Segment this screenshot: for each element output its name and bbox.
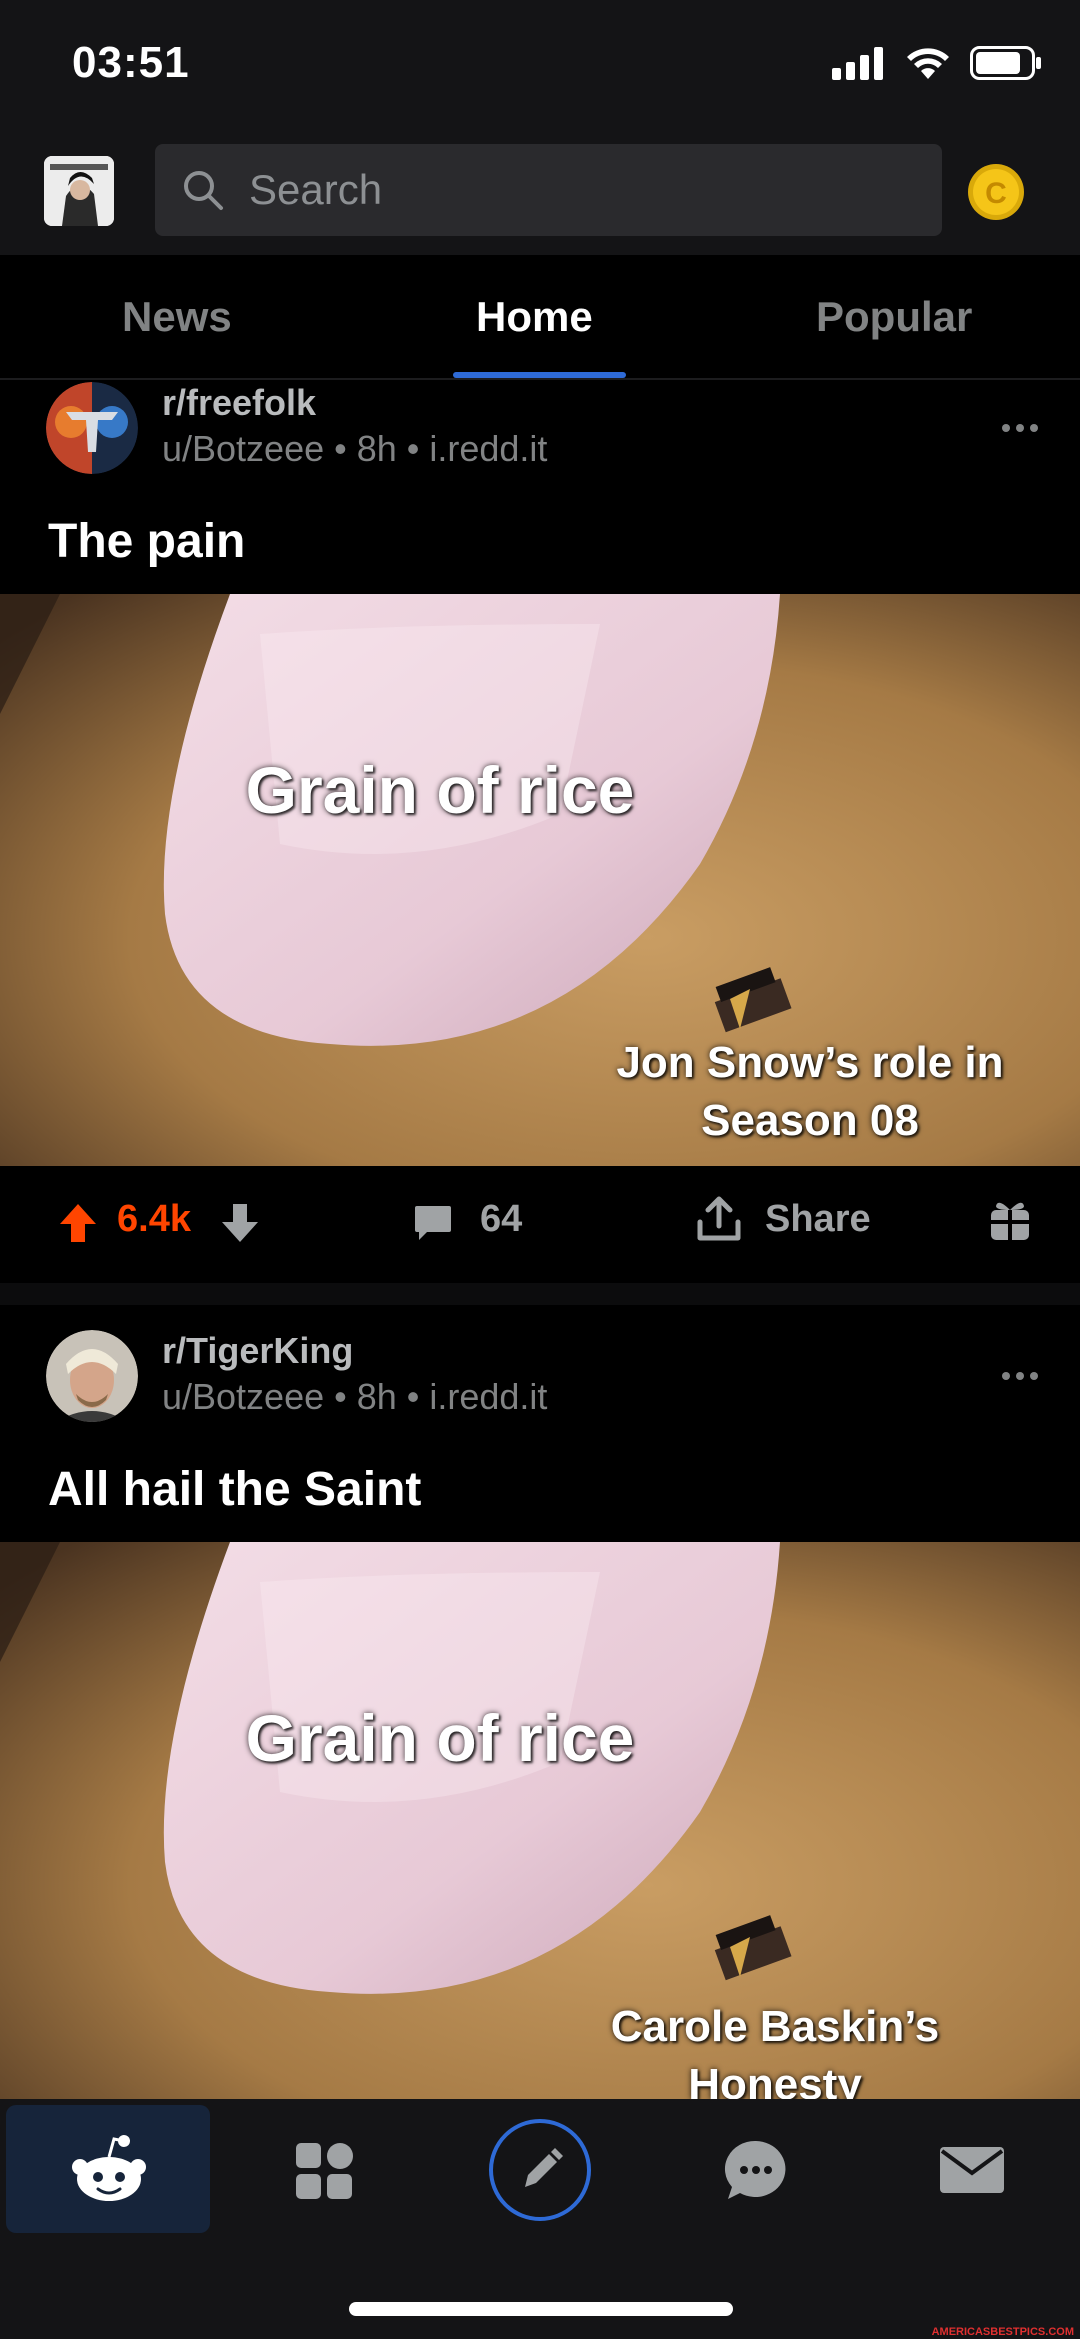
image-caption-bottom: Jon Snow’s role in Season 08	[580, 1034, 1040, 1150]
image-caption-top: Grain of rice	[245, 1701, 635, 1775]
svg-text:C: C	[985, 177, 1007, 210]
share-icon[interactable]	[696, 1196, 742, 1242]
search-input[interactable]: Search	[249, 166, 382, 214]
subreddit-name[interactable]: r/freefolk	[162, 382, 316, 424]
share-button[interactable]: Share	[765, 1198, 871, 1241]
watermark-text: AMERICASBESTPICS.COM	[931, 2326, 1074, 2338]
tab-news[interactable]: News	[122, 293, 232, 341]
post-meta: u/Botzeee • 8h • i.redd.it	[162, 1376, 548, 1417]
comment-icon[interactable]	[413, 1202, 453, 1242]
coin-icon[interactable]: C	[966, 162, 1026, 222]
reddit-app-screen: 03:51 Search C News Home Popular r/freef…	[0, 0, 1080, 2339]
upvote-arrow-icon[interactable]	[58, 1202, 98, 1244]
downvote-arrow-icon[interactable]	[220, 1202, 260, 1244]
vote-count: 6.4k	[117, 1198, 191, 1240]
post-title[interactable]: The pain	[48, 514, 245, 569]
battery-icon	[970, 46, 1041, 80]
chat-icon[interactable]	[724, 2139, 788, 2203]
status-icons	[832, 46, 1042, 80]
post-separator	[0, 1283, 1080, 1305]
home-indicator	[349, 2302, 733, 2316]
active-tab-indicator	[453, 372, 626, 378]
post-image[interactable]: Grain of rice Carole Baskin’s Honesty	[0, 1542, 1080, 2102]
image-caption-line-1: Carole Baskin’s	[610, 2002, 940, 2051]
create-post-icon[interactable]	[487, 2117, 593, 2223]
subreddit-icon[interactable]	[46, 1330, 138, 1422]
post-title[interactable]: All hail the Saint	[48, 1462, 421, 1517]
feed-tabs: News Home Popular	[0, 255, 1080, 380]
image-caption-line-2: Season 08	[701, 1096, 919, 1145]
post-card[interactable]: r/TigerKing u/Botzeee • 8h • i.redd.it A…	[0, 1330, 1080, 2102]
post-actions: 6.4k 64 Share	[0, 1166, 1080, 1281]
image-caption-line-2: Honesty	[688, 2060, 862, 2102]
search-icon	[184, 171, 223, 210]
search-bar[interactable]: Search	[155, 144, 942, 236]
wifi-icon	[907, 48, 949, 79]
communities-grid-icon[interactable]	[294, 2141, 354, 2201]
tab-popular[interactable]: Popular	[816, 293, 972, 341]
post-meta: u/Botzeee • 8h • i.redd.it	[162, 428, 548, 469]
inbox-mail-icon[interactable]	[938, 2145, 1006, 2195]
status-time: 03:51	[72, 38, 190, 87]
post-image[interactable]: Grain of rice Jon Snow’s role in Season …	[0, 594, 1080, 1166]
award-gift-icon[interactable]	[988, 1196, 1032, 1242]
subreddit-icon[interactable]	[46, 382, 138, 474]
comment-count[interactable]: 64	[480, 1198, 522, 1241]
tab-home[interactable]: Home	[476, 293, 593, 341]
image-caption-line-1: Jon Snow’s role in	[616, 1038, 1004, 1087]
post-card[interactable]: r/freefolk u/Botzeee • 8h • i.redd.it Th…	[0, 382, 1080, 1282]
nav-home-button[interactable]	[6, 2105, 210, 2233]
subreddit-name[interactable]: r/TigerKing	[162, 1330, 353, 1372]
image-caption-bottom: Carole Baskin’s Honesty	[560, 1998, 990, 2102]
more-options-icon[interactable]	[1000, 1370, 1040, 1382]
user-avatar[interactable]	[44, 156, 114, 226]
top-header: Search C	[0, 130, 1080, 255]
image-caption-top: Grain of rice	[245, 753, 635, 827]
signal-icon	[832, 47, 883, 80]
reddit-home-icon	[72, 2135, 146, 2201]
more-options-icon[interactable]	[1000, 422, 1040, 434]
status-bar: 03:51	[0, 0, 1080, 130]
